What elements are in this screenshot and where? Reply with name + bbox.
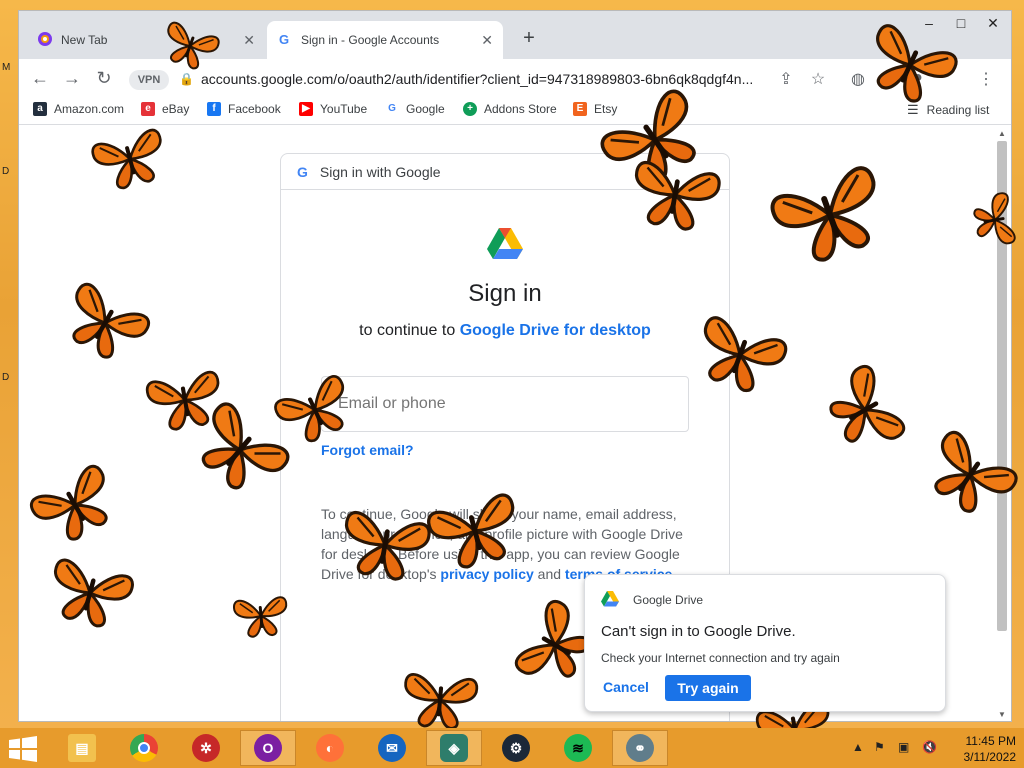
notification-app-name: Google Drive xyxy=(633,593,704,607)
cancel-button[interactable]: Cancel xyxy=(603,679,649,695)
taskbar: ▤ ✲ O ◐ ✉ ◈ ⚙ ≋ ⚭ ▲ ⚑ ▣ 🔇 11:45 PM 3/11/… xyxy=(0,728,1024,768)
facebook-icon: f xyxy=(207,102,221,116)
disclaimer-and: and xyxy=(533,566,565,582)
desktop-icon-label: D xyxy=(2,372,10,383)
bookmarks-bar: a Amazon.com e eBay f Facebook ▶ YouTube G Go… xyxy=(19,97,1011,125)
google-icon: G xyxy=(297,163,308,180)
signin-header-text: Sign in with Google xyxy=(319,163,441,180)
subtitle-prefix: to continue to xyxy=(359,322,460,339)
tab-title: Sign in - Google Accounts xyxy=(301,33,440,47)
chrome-icon xyxy=(130,734,158,762)
notification-body: Check your Internet connection and try a… xyxy=(601,651,840,665)
tab-new-tab[interactable]: New Tab ✕ xyxy=(27,21,265,59)
google-drive-icon xyxy=(601,591,619,607)
new-tab-button[interactable]: + xyxy=(517,27,541,50)
amazon-icon: a xyxy=(33,102,47,116)
signin-title: Sign in xyxy=(468,280,542,307)
app-red-icon: ✲ xyxy=(192,734,220,762)
ebay-icon: e xyxy=(141,102,155,116)
google-drive-notification: Google Drive Can't sign in to Google Dri… xyxy=(584,574,946,712)
firefox-icon: ◐ xyxy=(316,734,344,762)
opera-icon: O xyxy=(254,734,282,762)
desktop-icon-label: M xyxy=(2,62,11,73)
signin-subtitle: to continue to Google Drive for desktop xyxy=(281,322,729,340)
email-field[interactable] xyxy=(321,376,689,432)
reload-button[interactable]: ↻ xyxy=(93,68,115,90)
butterfly-icon xyxy=(400,672,479,732)
taskbar-opera[interactable]: O xyxy=(240,730,296,766)
steam-icon: ⚙ xyxy=(502,734,530,762)
try-again-button[interactable]: Try again xyxy=(665,675,751,701)
google-drive-logo xyxy=(487,228,523,259)
lock-icon[interactable]: 🔒 xyxy=(179,72,194,86)
bookmark-label: Facebook xyxy=(228,102,281,116)
taskbar-spotify[interactable]: ≋ xyxy=(550,730,606,766)
tab-sign-in[interactable]: G Sign in - Google Accounts ✕ xyxy=(267,21,503,59)
spotify-icon: ≋ xyxy=(564,734,592,762)
taskbar-file-explorer[interactable]: ▤ xyxy=(54,730,110,766)
vpn-badge[interactable]: VPN xyxy=(129,70,169,90)
network-app-icon: ⚭ xyxy=(626,734,654,762)
taskbar-chrome[interactable] xyxy=(116,730,172,766)
flag-icon[interactable]: ⚑ xyxy=(874,740,885,754)
bookmark-etsy[interactable]: E Etsy xyxy=(573,102,617,116)
youtube-icon: ▶ xyxy=(299,102,313,116)
bookmark-ebay[interactable]: e eBay xyxy=(141,102,189,116)
bookmark-label: Amazon.com xyxy=(54,102,125,116)
opera-icon xyxy=(37,31,53,50)
bookmark-facebook[interactable]: f Facebook xyxy=(207,102,281,116)
forward-button[interactable]: → xyxy=(61,68,83,90)
bookmark-addons-store[interactable]: + Addons Store xyxy=(463,102,557,116)
bookmark-youtube[interactable]: ▶ YouTube xyxy=(299,102,367,116)
windows-start-icon[interactable] xyxy=(8,736,38,762)
google-icon: G xyxy=(277,31,293,50)
clock-time[interactable]: 11:45 PM xyxy=(946,734,1016,748)
desktop-icon-label: D xyxy=(2,166,10,177)
taskbar-firefox[interactable]: ◐ xyxy=(302,730,358,766)
bookmark-star-icon[interactable]: ☆ xyxy=(807,69,829,89)
taskbar-app-network[interactable]: ⚭ xyxy=(612,730,668,766)
etsy-icon: E xyxy=(573,102,587,116)
bookmark-label: Google xyxy=(406,102,445,116)
clock-date[interactable]: 3/11/2022 xyxy=(946,750,1017,764)
share-icon[interactable]: ⇪ xyxy=(775,69,797,89)
volume-muted-icon[interactable]: 🔇 xyxy=(922,740,937,754)
network-icon[interactable]: ▣ xyxy=(898,740,909,754)
bookmark-google[interactable]: G Google xyxy=(385,102,445,116)
back-button[interactable]: ← xyxy=(29,68,51,90)
folder-icon: ▤ xyxy=(68,734,96,762)
scroll-up-arrow[interactable]: ▲ xyxy=(997,129,1007,138)
addons-icon: + xyxy=(463,102,477,116)
google-icon: G xyxy=(385,102,399,116)
chevron-up-icon[interactable]: ▲ xyxy=(852,740,864,754)
taskbar-thunderbird[interactable]: ✉ xyxy=(364,730,420,766)
svg-text:G: G xyxy=(279,32,289,47)
close-icon[interactable]: ✕ xyxy=(481,32,493,49)
menu-icon[interactable]: ⋮ xyxy=(975,69,997,89)
app-name-link[interactable]: Google Drive for desktop xyxy=(460,322,651,339)
taskbar-steam[interactable]: ⚙ xyxy=(488,730,544,766)
bookmark-label: Addons Store xyxy=(484,102,557,116)
shield-icon: ◈ xyxy=(440,734,468,762)
butterfly-icon xyxy=(232,595,290,640)
bookmark-amazon[interactable]: a Amazon.com xyxy=(33,102,124,116)
taskbar-app-red[interactable]: ✲ xyxy=(178,730,234,766)
taskbar-app-shield[interactable]: ◈ xyxy=(426,730,482,766)
scroll-down-arrow[interactable]: ▼ xyxy=(997,710,1007,719)
thunderbird-icon: ✉ xyxy=(378,734,406,762)
forgot-email-link[interactable]: Forgot email? xyxy=(321,442,414,458)
close-window-button[interactable]: ✕ xyxy=(979,13,1007,33)
bookmark-label: eBay xyxy=(162,102,190,116)
bookmark-label: Etsy xyxy=(594,102,618,116)
bookmark-label: YouTube xyxy=(320,102,368,116)
notification-title: Can't sign in to Google Drive. xyxy=(601,623,796,640)
close-icon[interactable]: ✕ xyxy=(243,32,255,49)
maximize-button[interactable]: □ xyxy=(947,13,975,33)
